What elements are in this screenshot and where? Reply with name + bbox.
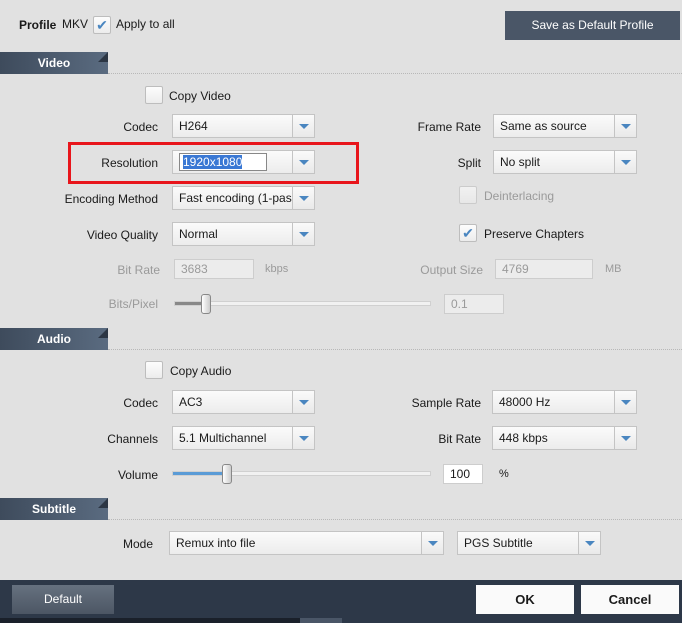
profile-label: Profile	[19, 18, 57, 32]
resolution-input[interactable]: 1920x1080	[179, 153, 267, 171]
chevron-down-icon[interactable]	[421, 532, 443, 554]
resolution-value: 1920x1080	[183, 155, 243, 169]
encoding-method-value: Fast encoding (1-pass)	[179, 191, 302, 205]
subtitle-format-select[interactable]: PGS Subtitle	[457, 531, 601, 555]
sample-rate-select[interactable]: 48000 Hz	[492, 390, 637, 414]
slider-fill	[173, 472, 225, 475]
default-button[interactable]: Default	[12, 585, 114, 614]
chevron-down-icon[interactable]	[292, 151, 314, 173]
chevron-down-icon[interactable]	[292, 223, 314, 245]
tab-subtitle: Subtitle	[0, 498, 108, 520]
video-codec-value: H264	[179, 119, 208, 133]
encoding-method-select[interactable]: Fast encoding (1-pass)	[172, 186, 315, 210]
profile-value: MKV	[62, 17, 89, 31]
channels-value: 5.1 Multichannel	[179, 431, 267, 445]
copy-audio-checkbox[interactable]	[145, 361, 163, 379]
mode-label: Mode	[122, 537, 153, 551]
bitrate-label: Bit Rate	[117, 263, 160, 277]
subtitle-mode-select[interactable]: Remux into file	[169, 531, 444, 555]
check-icon: ✔	[96, 17, 108, 33]
tab-audio: Audio	[0, 328, 108, 350]
audio-codec-label: Codec	[123, 396, 158, 410]
frame-rate-select[interactable]: Same as source	[493, 114, 637, 138]
bitrate-unit: kbps	[265, 263, 289, 275]
output-size-label: Output Size	[420, 263, 483, 277]
copy-video-checkbox[interactable]	[145, 86, 163, 104]
chevron-down-icon[interactable]	[614, 427, 636, 449]
volume-slider[interactable]	[172, 471, 431, 476]
sample-rate-label: Sample Rate	[411, 396, 481, 410]
slider-thumb[interactable]	[201, 294, 211, 314]
volume-label: Volume	[117, 468, 158, 482]
bitrate-input[interactable]: 3683	[174, 259, 254, 279]
audio-bitrate-value: 448 kbps	[499, 431, 548, 445]
channels-select[interactable]: 5.1 Multichannel	[172, 426, 315, 450]
channels-label: Channels	[107, 432, 158, 446]
divider	[108, 73, 682, 74]
video-quality-label: Video Quality	[86, 228, 158, 242]
video-quality-value: Normal	[179, 227, 218, 241]
tab-video: Video	[0, 52, 108, 74]
audio-bitrate-label: Bit Rate	[438, 432, 481, 446]
preserve-chapters-checkbox[interactable]: ✔	[459, 224, 477, 242]
subtitle-format-value: PGS Subtitle	[464, 536, 533, 550]
check-icon: ✔	[462, 225, 474, 241]
codec-label: Codec	[123, 120, 158, 134]
deinterlacing-label: Deinterlacing	[484, 189, 555, 203]
scrollbar-track	[0, 618, 300, 623]
volume-unit: %	[499, 468, 509, 480]
chevron-down-icon[interactable]	[292, 391, 314, 413]
chevron-down-icon[interactable]	[614, 151, 636, 173]
copy-video-label: Copy Video	[169, 89, 231, 103]
split-value: No split	[500, 155, 541, 169]
chevron-down-icon[interactable]	[578, 532, 600, 554]
volume-input[interactable]: 100	[443, 464, 483, 484]
deinterlacing-checkbox[interactable]	[459, 186, 477, 204]
apply-all-label: Apply to all	[116, 17, 175, 31]
chevron-down-icon[interactable]	[292, 187, 314, 209]
ok-button[interactable]: OK	[476, 585, 574, 614]
audio-bitrate-select[interactable]: 448 kbps	[492, 426, 637, 450]
video-codec-select[interactable]: H264	[172, 114, 315, 138]
video-quality-select[interactable]: Normal	[172, 222, 315, 246]
audio-codec-value: AC3	[179, 395, 203, 409]
frame-rate-value: Same as source	[500, 119, 587, 133]
bits-pixel-label: Bits/Pixel	[108, 297, 158, 311]
copy-audio-label: Copy Audio	[170, 364, 232, 378]
chevron-down-icon[interactable]	[292, 115, 314, 137]
preserve-chapters-label: Preserve Chapters	[484, 227, 585, 241]
chevron-down-icon[interactable]	[614, 391, 636, 413]
divider	[108, 519, 682, 520]
cancel-button[interactable]: Cancel	[581, 585, 679, 614]
subtitle-mode-value: Remux into file	[176, 536, 256, 550]
divider	[108, 349, 682, 350]
audio-codec-select[interactable]: AC3	[172, 390, 315, 414]
apply-all-checkbox[interactable]: ✔	[93, 16, 111, 34]
sample-rate-value: 48000 Hz	[499, 395, 551, 409]
resolution-label: Resolution	[101, 156, 158, 170]
output-size-unit: MB	[605, 263, 622, 275]
bits-pixel-slider[interactable]	[174, 301, 431, 306]
chevron-down-icon[interactable]	[614, 115, 636, 137]
split-select[interactable]: No split	[493, 150, 637, 174]
scrollbar-thumb[interactable]	[300, 618, 342, 623]
chevron-down-icon[interactable]	[292, 427, 314, 449]
slider-thumb[interactable]	[222, 464, 232, 484]
save-default-profile-button[interactable]: Save as Default Profile	[505, 11, 680, 40]
bits-pixel-input[interactable]: 0.1	[444, 294, 504, 314]
encoding-method-label: Encoding Method	[64, 192, 158, 206]
frame-rate-label: Frame Rate	[417, 120, 481, 134]
resolution-select[interactable]: 1920x1080	[172, 150, 315, 174]
split-label: Split	[457, 156, 481, 170]
output-size-input[interactable]: 4769	[495, 259, 593, 279]
